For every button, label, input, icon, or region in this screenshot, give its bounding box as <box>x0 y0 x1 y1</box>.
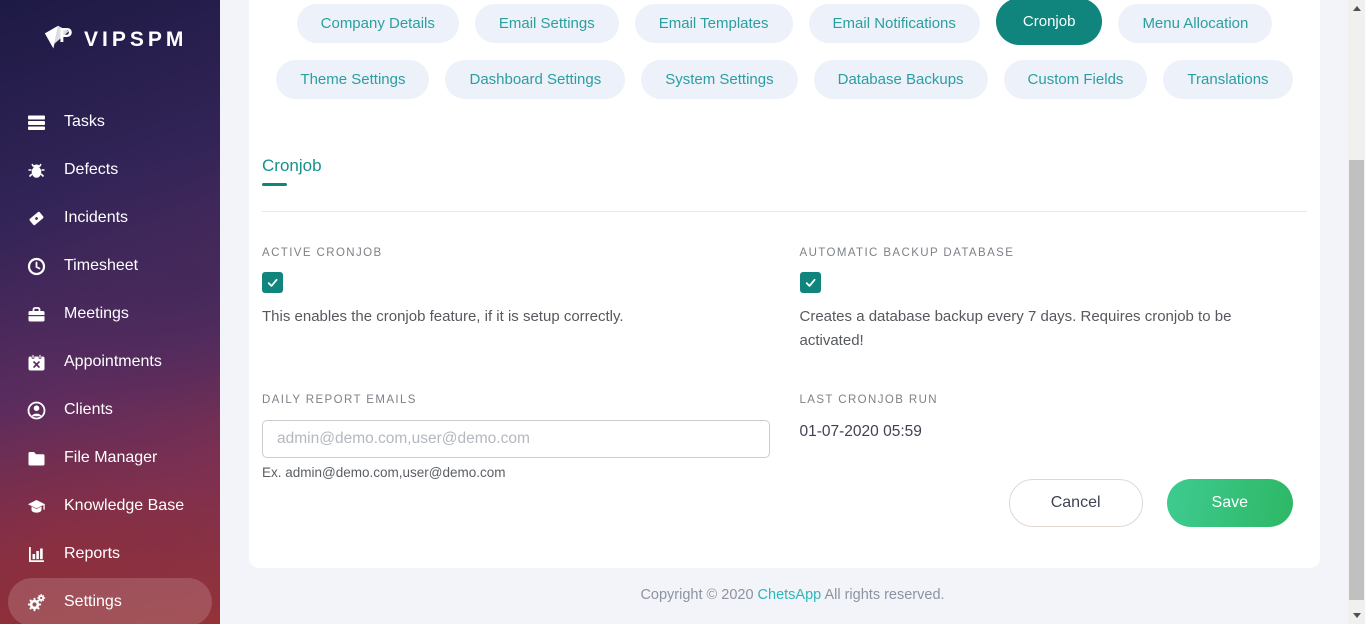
triangle-down-icon <box>1353 613 1361 618</box>
sidebar-item-settings[interactable]: Settings <box>8 578 212 624</box>
sidebar-item-label: Tasks <box>64 113 105 131</box>
sidebar-item-timesheet[interactable]: Timesheet <box>8 242 212 290</box>
tab-dashboard-settings[interactable]: Dashboard Settings <box>445 60 625 99</box>
active-cronjob-description: This enables the cronjob feature, if it … <box>262 305 742 329</box>
sidebar-item-label: Knowledge Base <box>64 497 184 515</box>
copyright-suffix: All rights reserved. <box>821 587 944 603</box>
field-active-cronjob: ACTIVE CRONJOB This enables the cronjob … <box>262 247 770 354</box>
copyright-prefix: Copyright © 2020 <box>640 587 757 603</box>
sidebar-item-knowledge-base[interactable]: Knowledge Base <box>8 482 212 530</box>
page-title: Cronjob <box>262 156 1307 176</box>
app-logo[interactable]: P VIPSPM <box>0 0 220 58</box>
footer-copyright: Copyright © 2020 ChetsApp All rights res… <box>220 587 1365 603</box>
bar-chart-icon <box>26 544 46 564</box>
calendar-icon <box>26 352 46 372</box>
title-underline <box>262 183 287 186</box>
vertical-scrollbar[interactable] <box>1348 0 1365 624</box>
graduation-cap-icon <box>26 496 46 516</box>
daily-report-emails-helper: Ex. admin@demo.com,user@demo.com <box>262 465 770 480</box>
scroll-down-button[interactable] <box>1348 607 1365 624</box>
logo-mark-icon: P <box>42 22 80 58</box>
last-cronjob-run-label: LAST CRONJOB RUN <box>800 394 1308 406</box>
triangle-up-icon <box>1353 6 1361 11</box>
user-icon <box>26 400 46 420</box>
sidebar-item-tasks[interactable]: Tasks <box>8 98 212 146</box>
bug-icon <box>26 160 46 180</box>
brand-link[interactable]: ChetsApp <box>758 587 822 603</box>
auto-backup-label: AUTOMATIC BACKUP DATABASE <box>800 247 1308 259</box>
sidebar-item-incidents[interactable]: Incidents <box>8 194 212 242</box>
field-auto-backup: AUTOMATIC BACKUP DATABASE Creates a data… <box>800 247 1308 354</box>
scrollbar-thumb[interactable] <box>1349 160 1364 600</box>
field-daily-report-emails: DAILY REPORT EMAILS Ex. admin@demo.com,u… <box>262 394 770 527</box>
daily-report-emails-input[interactable] <box>262 420 770 458</box>
logo-text: VIPSPM <box>84 28 187 52</box>
sidebar-nav: Tasks Defects Incidents Timesheet Meetin… <box>0 98 220 624</box>
briefcase-icon <box>26 304 46 324</box>
tab-email-templates[interactable]: Email Templates <box>635 4 793 43</box>
sidebar-item-reports[interactable]: Reports <box>8 530 212 578</box>
tab-company-details[interactable]: Company Details <box>297 4 459 43</box>
sidebar-item-file-manager[interactable]: File Manager <box>8 434 212 482</box>
cronjob-form: ACTIVE CRONJOB This enables the cronjob … <box>262 247 1307 527</box>
field-last-cronjob-run: LAST CRONJOB RUN 01-07-2020 05:59 Cancel… <box>800 394 1308 527</box>
folder-icon <box>26 448 46 468</box>
auto-backup-checkbox[interactable] <box>800 272 821 293</box>
auto-backup-description: Creates a database backup every 7 days. … <box>800 305 1280 354</box>
sidebar-item-label: Appointments <box>64 353 162 371</box>
tab-translations[interactable]: Translations <box>1163 60 1292 99</box>
sidebar-item-label: Reports <box>64 545 120 563</box>
clock-icon <box>26 256 46 276</box>
sidebar-item-label: Defects <box>64 161 118 179</box>
gears-icon <box>26 592 46 612</box>
sidebar-item-meetings[interactable]: Meetings <box>8 290 212 338</box>
sidebar-item-label: Timesheet <box>64 257 138 275</box>
tab-theme-settings[interactable]: Theme Settings <box>276 60 429 99</box>
daily-report-emails-label: DAILY REPORT EMAILS <box>262 394 770 406</box>
tab-custom-fields[interactable]: Custom Fields <box>1004 60 1148 99</box>
sidebar-item-defects[interactable]: Defects <box>8 146 212 194</box>
sidebar-item-label: Clients <box>64 401 113 419</box>
save-button[interactable]: Save <box>1167 479 1293 527</box>
tab-database-backups[interactable]: Database Backups <box>814 60 988 99</box>
sidebar-item-label: File Manager <box>64 449 157 467</box>
svg-text:P: P <box>59 25 72 47</box>
check-icon <box>266 276 279 289</box>
sidebar-item-appointments[interactable]: Appointments <box>8 338 212 386</box>
tab-email-notifications[interactable]: Email Notifications <box>809 4 980 43</box>
last-cronjob-run-value: 01-07-2020 05:59 <box>800 423 1308 441</box>
check-icon <box>804 276 817 289</box>
cancel-button[interactable]: Cancel <box>1009 479 1143 527</box>
settings-card: Company Details Email Settings Email Tem… <box>249 0 1320 568</box>
main-content: Company Details Email Settings Email Tem… <box>220 0 1365 624</box>
scroll-up-button[interactable] <box>1348 0 1365 17</box>
tab-menu-allocation[interactable]: Menu Allocation <box>1118 4 1272 43</box>
tab-system-settings[interactable]: System Settings <box>641 60 797 99</box>
active-cronjob-label: ACTIVE CRONJOB <box>262 247 770 259</box>
section-divider <box>262 211 1307 212</box>
active-cronjob-checkbox[interactable] <box>262 272 283 293</box>
tasks-icon <box>26 112 46 132</box>
tab-cronjob[interactable]: Cronjob <box>996 0 1103 45</box>
form-actions: Cancel Save <box>800 479 1308 527</box>
settings-tabs: Company Details Email Settings Email Tem… <box>267 0 1302 99</box>
sidebar-item-label: Settings <box>64 593 122 611</box>
sidebar-item-clients[interactable]: Clients <box>8 386 212 434</box>
tags-icon <box>26 208 46 228</box>
sidebar-item-label: Incidents <box>64 209 128 227</box>
sidebar: P VIPSPM Tasks Defects Incidents <box>0 0 220 624</box>
sidebar-item-label: Meetings <box>64 305 129 323</box>
tab-email-settings[interactable]: Email Settings <box>475 4 619 43</box>
